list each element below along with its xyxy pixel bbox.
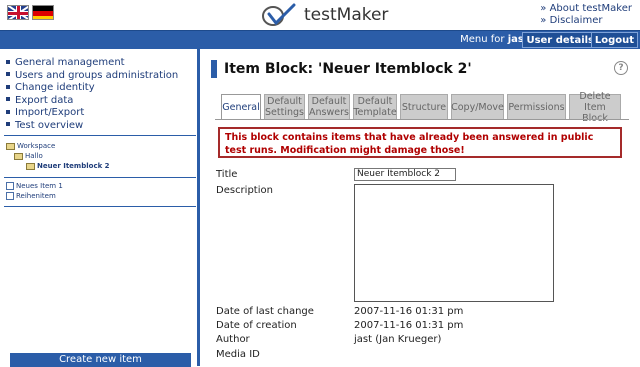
folder-icon <box>14 152 23 160</box>
folder-icon <box>26 162 35 170</box>
item-label: Neues Item 1 <box>16 182 63 190</box>
tab-default-settings[interactable]: Default Settings <box>264 94 305 119</box>
tree-label: Hallo <box>25 152 43 160</box>
folder-icon <box>6 142 15 150</box>
item-list: Neues Item 1 Reihenitem <box>6 181 63 201</box>
tab-bar: General Default Settings Default Answers… <box>221 91 624 124</box>
about-link[interactable]: » About testMaker <box>540 3 632 15</box>
tab-default-answers[interactable]: Default Answers <box>308 94 350 119</box>
workspace-tree: Workspace Hallo Neuer Itemblock 2 <box>6 141 110 171</box>
tab-permissions[interactable]: Permissions <box>507 94 566 119</box>
disclaimer-link[interactable]: » Disclaimer <box>540 15 632 27</box>
checkmark-logo-icon <box>262 3 296 26</box>
sidebar-item-export-data[interactable]: Export data <box>6 95 197 108</box>
last-change-label: Date of last change <box>216 306 314 317</box>
tab-default-template[interactable]: Default Template <box>353 94 397 119</box>
tab-delete-item-block[interactable]: Delete Item Block <box>569 91 621 124</box>
logout-button[interactable]: Logout <box>590 32 638 48</box>
main-content: Item Block: 'Neuer Itemblock 2' ? Genera… <box>203 49 640 366</box>
description-label: Description <box>216 185 273 196</box>
sidebar-divider <box>4 206 196 207</box>
tree-node-itemblock[interactable]: Neuer Itemblock 2 <box>6 161 110 171</box>
sidebar-divider <box>4 177 196 178</box>
tab-underline <box>215 119 629 120</box>
item-icon <box>6 182 14 190</box>
item-label: Reihenitem <box>16 192 56 200</box>
author-value: jast (Jan Krueger) <box>354 334 442 345</box>
sidebar-item-import-export[interactable]: Import/Export <box>6 107 197 120</box>
german-flag-icon[interactable] <box>32 5 54 20</box>
user-details-button[interactable]: User details <box>522 32 598 48</box>
top-links: » About testMaker » Disclaimer <box>540 3 632 27</box>
menu-for-prefix: Menu for <box>460 34 508 45</box>
creation-label: Date of creation <box>216 320 297 331</box>
tree-node-workspace[interactable]: Workspace <box>6 141 110 151</box>
warning-message: This block contains items that have alre… <box>218 127 622 158</box>
logo-text: testMaker <box>304 5 389 25</box>
english-flag-icon[interactable] <box>7 5 29 20</box>
list-item[interactable]: Neues Item 1 <box>6 181 63 191</box>
tree-label: Neuer Itemblock 2 <box>37 162 110 170</box>
tree-label: Workspace <box>17 142 56 150</box>
user-menu-bar: Menu for jast: User details Logout <box>0 30 640 49</box>
media-id-label: Media ID <box>216 349 260 360</box>
title-label: Title <box>216 169 238 180</box>
help-icon[interactable]: ? <box>614 61 628 75</box>
tab-structure[interactable]: Structure <box>400 94 448 119</box>
tree-node-hallo[interactable]: Hallo <box>6 151 110 161</box>
creation-value: 2007-11-16 01:31 pm <box>354 320 464 331</box>
sidebar-item-users-groups[interactable]: Users and groups administration <box>6 70 197 83</box>
description-textarea[interactable] <box>354 184 554 302</box>
sidebar-menu: General management Users and groups admi… <box>6 57 197 133</box>
menu-for-label: Menu for jast: <box>460 34 532 45</box>
tab-general[interactable]: General <box>221 94 261 119</box>
top-bar: testMaker » About testMaker » Disclaimer <box>0 0 640 30</box>
author-label: Author <box>216 334 250 345</box>
title-input[interactable]: Neuer Itemblock 2 <box>354 168 456 181</box>
sidebar-item-test-overview[interactable]: Test overview <box>6 120 197 133</box>
list-item[interactable]: Reihenitem <box>6 191 63 201</box>
tab-copy-move[interactable]: Copy/Move <box>451 94 504 119</box>
create-new-item-button[interactable]: Create new item <box>10 353 191 367</box>
sidebar-item-change-identity[interactable]: Change identity <box>6 82 197 95</box>
sidebar-divider <box>4 135 196 136</box>
last-change-value: 2007-11-16 01:31 pm <box>354 306 464 317</box>
item-icon <box>6 192 14 200</box>
sidebar: General management Users and groups admi… <box>0 49 200 367</box>
testmaker-logo: testMaker <box>260 3 388 27</box>
page-title: Item Block: 'Neuer Itemblock 2' <box>211 60 472 78</box>
sidebar-item-general-management[interactable]: General management <box>6 57 197 70</box>
